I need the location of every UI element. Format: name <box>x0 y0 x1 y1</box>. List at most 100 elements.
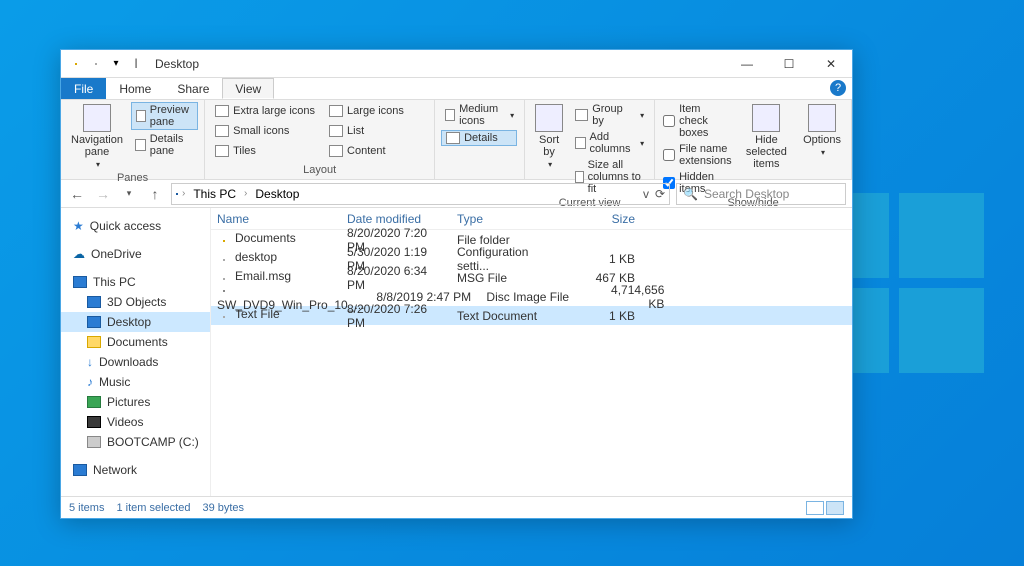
sidebar-item-downloads[interactable]: ↓Downloads <box>61 352 210 372</box>
folder-icon[interactable] <box>67 55 85 73</box>
column-header-size[interactable]: Size <box>561 212 641 226</box>
view-switch-large-icon[interactable] <box>826 501 844 515</box>
file-row[interactable]: desktop5/30/2020 1:19 PMConfiguration se… <box>211 249 852 268</box>
file-size: 4,714,656 KB <box>590 283 670 311</box>
sort-by-button[interactable]: Sort by▾ <box>531 102 567 171</box>
layout-extra-large-icons[interactable]: Extra large icons <box>211 102 319 120</box>
column-header-name[interactable]: Name <box>211 212 341 226</box>
sidebar-item-music[interactable]: ♪Music <box>61 372 210 392</box>
chevron-right-icon[interactable]: › <box>244 188 247 199</box>
file-name: Documents <box>235 231 296 245</box>
group-by-button[interactable]: Group by▾ <box>571 102 648 128</box>
music-icon: ♪ <box>87 375 93 389</box>
maximize-button[interactable]: ☐ <box>768 50 810 78</box>
navigation-pane-button[interactable]: Navigation pane▾ <box>67 102 127 171</box>
search-placeholder: Search Desktop <box>704 187 789 201</box>
refresh-button[interactable]: ⟳ <box>655 187 665 201</box>
layout-list[interactable]: List <box>325 122 408 140</box>
file-size: 1 KB <box>561 309 641 323</box>
3d-icon <box>87 296 101 308</box>
ribbon-group-show-hide: Item check boxes File name extensions Hi… <box>655 100 852 179</box>
details-pane-button[interactable]: Details pane <box>131 132 198 158</box>
address-field[interactable]: › This PC › Desktop v ⟳ <box>171 183 670 205</box>
item-check-boxes-checkbox[interactable]: Item check boxes <box>661 102 734 140</box>
search-input[interactable]: 🔍 Search Desktop <box>676 183 846 205</box>
nav-up-button[interactable]: ↑ <box>145 184 165 204</box>
hide-selected-items-button[interactable]: Hide selected items <box>738 102 795 172</box>
file-name: desktop <box>235 250 277 264</box>
sidebar-item-pictures[interactable]: Pictures <box>61 392 210 412</box>
minimize-button[interactable]: — <box>726 50 768 78</box>
quick-access-toolbar: ▾ | <box>67 55 145 73</box>
sidebar-item-documents[interactable]: Documents <box>61 332 210 352</box>
pc-icon <box>176 193 178 195</box>
navigation-tree: ★Quick access ☁OneDrive This PC 3D Objec… <box>61 208 211 496</box>
file-row[interactable]: Text File8/20/2020 7:26 PMText Document1… <box>211 306 852 325</box>
tab-share[interactable]: Share <box>164 78 222 99</box>
nav-forward-button[interactable]: → <box>93 184 113 204</box>
file-explorer-window: ▾ | Desktop — ☐ ✕ File Home Share View ?… <box>60 49 853 519</box>
sidebar-item-bootcamp[interactable]: BOOTCAMP (C:) <box>61 432 210 452</box>
desktop-icon <box>87 316 101 328</box>
file-size: 1 KB <box>561 252 641 266</box>
preview-pane-button[interactable]: Preview pane <box>131 102 198 130</box>
file-date: 8/20/2020 7:26 PM <box>341 302 451 330</box>
sidebar-item-desktop[interactable]: Desktop <box>61 312 210 332</box>
sidebar-item-3d-objects[interactable]: 3D Objects <box>61 292 210 312</box>
network-icon <box>73 464 87 476</box>
tab-file[interactable]: File <box>61 78 106 99</box>
file-row[interactable]: SW_DVD9_Win_Pro_10_...8/8/2019 2:47 PMDi… <box>211 287 852 306</box>
chevron-right-icon[interactable]: › <box>182 188 185 199</box>
qat-dropdown-icon[interactable]: ▾ <box>107 55 125 73</box>
column-headers: Name Date modified Type Size <box>211 208 852 230</box>
cloud-icon: ☁ <box>73 247 85 261</box>
disk-icon <box>223 290 225 292</box>
window-title: Desktop <box>155 57 199 71</box>
layout-large-icons[interactable]: Large icons <box>325 102 408 120</box>
file-icon <box>223 259 225 261</box>
tab-home[interactable]: Home <box>106 78 164 99</box>
layout-tiles[interactable]: Tiles <box>211 142 319 160</box>
pictures-icon <box>87 396 101 408</box>
ribbon-group-current-view: Sort by▾ Group by▾ Add columns▾ Size all… <box>525 100 655 179</box>
ribbon-group-layout: Extra large icons Large icons Small icon… <box>205 100 435 179</box>
column-header-date[interactable]: Date modified <box>341 212 451 226</box>
layout-small-icons[interactable]: Small icons <box>211 122 319 140</box>
nav-recent-dropdown[interactable]: ▾ <box>119 184 139 204</box>
layout-content[interactable]: Content <box>325 142 408 160</box>
help-icon[interactable]: ? <box>830 80 846 96</box>
file-name-extensions-checkbox[interactable]: File name extensions <box>661 142 734 168</box>
options-button[interactable]: Options▾ <box>799 102 845 159</box>
sidebar-item-quick-access[interactable]: ★Quick access <box>61 216 210 236</box>
file-list: Name Date modified Type Size Documents 8/… <box>211 208 852 496</box>
videos-icon <box>87 416 101 428</box>
titlebar[interactable]: ▾ | Desktop — ☐ ✕ <box>61 50 852 78</box>
address-dropdown-icon[interactable]: v <box>643 187 649 201</box>
download-icon: ↓ <box>87 355 93 369</box>
status-bytes: 39 bytes <box>202 502 244 514</box>
sidebar-item-this-pc[interactable]: This PC <box>61 272 210 292</box>
breadcrumb-desktop[interactable]: Desktop <box>251 187 303 201</box>
close-button[interactable]: ✕ <box>810 50 852 78</box>
column-header-type[interactable]: Type <box>451 212 561 226</box>
file-type: Disc Image File <box>480 290 590 304</box>
layout-details[interactable]: Details <box>441 130 517 146</box>
qat-btn[interactable] <box>87 55 105 73</box>
breadcrumb-this-pc[interactable]: This PC <box>189 187 240 201</box>
tab-view[interactable]: View <box>222 78 274 99</box>
sidebar-item-videos[interactable]: Videos <box>61 412 210 432</box>
sidebar-item-network[interactable]: Network <box>61 460 210 480</box>
file-type: Text Document <box>451 309 561 323</box>
ribbon-group-panes: Navigation pane▾ Preview pane Details pa… <box>61 100 205 179</box>
folder-icon <box>87 336 101 348</box>
file-type: Configuration setti... <box>451 245 561 273</box>
view-switch-details-icon[interactable] <box>806 501 824 515</box>
layout-medium-icons[interactable]: Medium icons▾ <box>441 102 518 128</box>
add-columns-button[interactable]: Add columns▾ <box>571 130 648 156</box>
nav-back-button[interactable]: ← <box>67 184 87 204</box>
disk-icon <box>87 436 101 448</box>
sidebar-item-onedrive[interactable]: ☁OneDrive <box>61 244 210 264</box>
ribbon: Navigation pane▾ Preview pane Details pa… <box>61 100 852 180</box>
qat-divider: | <box>127 55 145 73</box>
file-icon <box>223 278 225 280</box>
